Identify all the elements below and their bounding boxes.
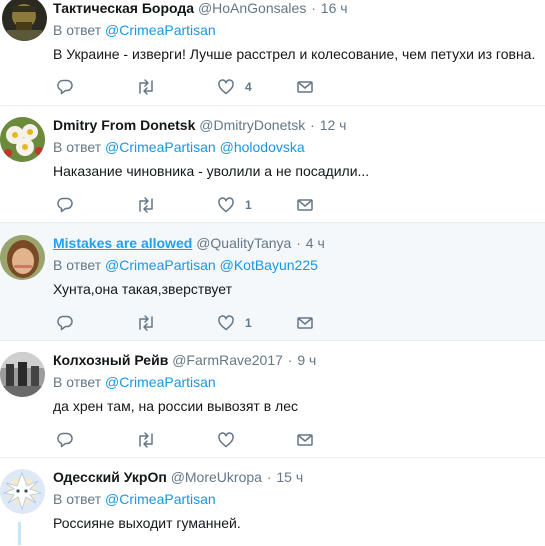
reply-prefix: В ответ xyxy=(53,22,102,38)
retweet-icon xyxy=(139,315,153,331)
avatar-image xyxy=(2,0,47,41)
avatar-image xyxy=(0,235,45,280)
tweet[interactable]: Тактическая Борода @HoAnGonsales · 16 ч … xyxy=(0,0,545,106)
tweet-text: Россияне выходит гуманней. xyxy=(53,515,241,531)
like-button[interactable] xyxy=(217,430,245,450)
author-handle[interactable]: @HoAnGonsales xyxy=(198,0,306,16)
retweet-icon xyxy=(139,79,153,95)
reply-context: В ответ @CrimeaPartisan @holodovska xyxy=(53,138,539,156)
avatar[interactable] xyxy=(0,469,45,514)
retweet-button[interactable] xyxy=(136,195,156,215)
author-handle[interactable]: @QualityTanya xyxy=(196,235,291,251)
reply-prefix: В ответ xyxy=(53,257,102,273)
timestamp[interactable]: 9 ч xyxy=(297,352,316,368)
direct-message-icon xyxy=(297,81,313,93)
author-handle[interactable]: @FarmRave2017 xyxy=(172,352,283,368)
avatar[interactable] xyxy=(0,352,45,397)
like-button[interactable]: 1 xyxy=(217,313,252,333)
mention-link[interactable]: @CrimeaPartisan xyxy=(105,491,216,507)
tweet[interactable]: Одесский УкрОп @MoreUkropa · 15 ч В отве… xyxy=(0,458,545,546)
direct-message-button[interactable] xyxy=(296,77,314,97)
tweet[interactable]: Dmitry From Donetsk @DmitryDonetsk · 12 … xyxy=(0,106,545,223)
mention-link[interactable]: @KotBayun225 xyxy=(220,257,318,273)
reply-button[interactable] xyxy=(56,430,74,450)
reply-button[interactable] xyxy=(56,195,74,215)
tweet-text: В Украине - изверги! Лучше расстрел и ко… xyxy=(53,46,536,62)
separator-dot: · xyxy=(310,117,315,133)
timestamp[interactable]: 4 ч xyxy=(306,235,325,251)
reply-button[interactable] xyxy=(56,313,74,333)
separator-dot: · xyxy=(311,0,316,16)
tweet[interactable]: Колхозный Рейв @FarmRave2017 · 9 ч В отв… xyxy=(0,341,545,458)
timestamp[interactable]: 16 ч xyxy=(321,0,348,16)
like-count: 4 xyxy=(245,80,252,94)
like-count: 1 xyxy=(245,316,252,330)
retweet-button[interactable] xyxy=(136,77,156,97)
reply-prefix: В ответ xyxy=(53,491,102,507)
retweet-icon xyxy=(139,432,153,448)
reply-icon xyxy=(57,197,73,213)
mention-link[interactable]: @CrimeaPartisan xyxy=(105,374,216,390)
tweet-text: Наказание чиновника - уволили а не посад… xyxy=(53,163,370,179)
reply-context: В ответ @CrimeaPartisan xyxy=(53,490,539,508)
separator-dot: · xyxy=(296,235,301,251)
like-icon xyxy=(218,432,234,448)
mention-link[interactable]: @CrimeaPartisan xyxy=(105,22,216,38)
timestamp[interactable]: 15 ч xyxy=(276,469,303,485)
separator-dot: · xyxy=(287,352,293,368)
reply-context: В ответ @CrimeaPartisan xyxy=(53,373,539,391)
direct-message-icon xyxy=(297,199,313,211)
author-name[interactable]: Колхозный Рейв xyxy=(53,352,168,368)
direct-message-button[interactable] xyxy=(296,430,314,450)
reply-context: В ответ @CrimeaPartisan xyxy=(53,21,539,39)
reply-context: В ответ @CrimeaPartisan @KotBayun225 xyxy=(53,256,539,274)
like-button[interactable]: 4 xyxy=(217,77,252,97)
reply-prefix: В ответ xyxy=(53,139,102,155)
author-name[interactable]: Тактическая Борода xyxy=(53,0,194,16)
tweet-text: да хрен там, на россии вывозят в лес xyxy=(53,398,298,414)
like-count: 1 xyxy=(245,198,252,212)
reply-button[interactable] xyxy=(56,77,74,97)
author-name[interactable]: Одесский УкрОп xyxy=(53,469,167,485)
action-bar: 1 xyxy=(56,195,356,215)
tweet-text: Хунта,она такая,зверствует xyxy=(53,281,233,297)
mention-link[interactable]: @CrimeaPartisan xyxy=(105,257,216,273)
reply-prefix: В ответ xyxy=(53,374,102,390)
author-name[interactable]: Dmitry From Donetsk xyxy=(53,117,195,133)
author-name[interactable]: Mistakes are allowed xyxy=(53,235,192,251)
direct-message-button[interactable] xyxy=(296,313,314,333)
reply-icon xyxy=(57,79,73,95)
separator-dot: · xyxy=(266,469,272,485)
action-bar xyxy=(56,430,356,450)
direct-message-button[interactable] xyxy=(296,195,314,215)
like-icon xyxy=(218,315,234,331)
avatar-image xyxy=(0,469,45,514)
action-bar: 4 xyxy=(56,77,356,97)
retweet-button[interactable] xyxy=(136,430,156,450)
avatar[interactable] xyxy=(0,117,45,162)
direct-message-icon xyxy=(297,434,313,446)
retweet-button[interactable] xyxy=(136,313,156,333)
direct-message-icon xyxy=(297,317,313,329)
retweet-icon xyxy=(139,197,153,213)
mention-link[interactable]: @holodovska xyxy=(220,139,305,155)
thread-line xyxy=(18,522,21,545)
tweet[interactable]: Mistakes are allowed @QualityTanya · 4 ч… xyxy=(0,223,545,341)
like-button[interactable]: 1 xyxy=(217,195,252,215)
avatar[interactable] xyxy=(0,235,45,280)
avatar-image xyxy=(0,117,45,162)
like-icon xyxy=(218,79,234,95)
action-bar: 1 xyxy=(56,313,356,333)
timestamp[interactable]: 12 ч xyxy=(320,117,347,133)
avatar-image xyxy=(0,352,45,397)
author-handle[interactable]: @DmitryDonetsk xyxy=(199,117,305,133)
author-handle[interactable]: @MoreUkropa xyxy=(171,469,262,485)
mention-link[interactable]: @CrimeaPartisan xyxy=(105,139,216,155)
like-icon xyxy=(218,197,234,213)
avatar[interactable] xyxy=(2,0,47,41)
reply-icon xyxy=(57,432,73,448)
reply-icon xyxy=(57,315,73,331)
